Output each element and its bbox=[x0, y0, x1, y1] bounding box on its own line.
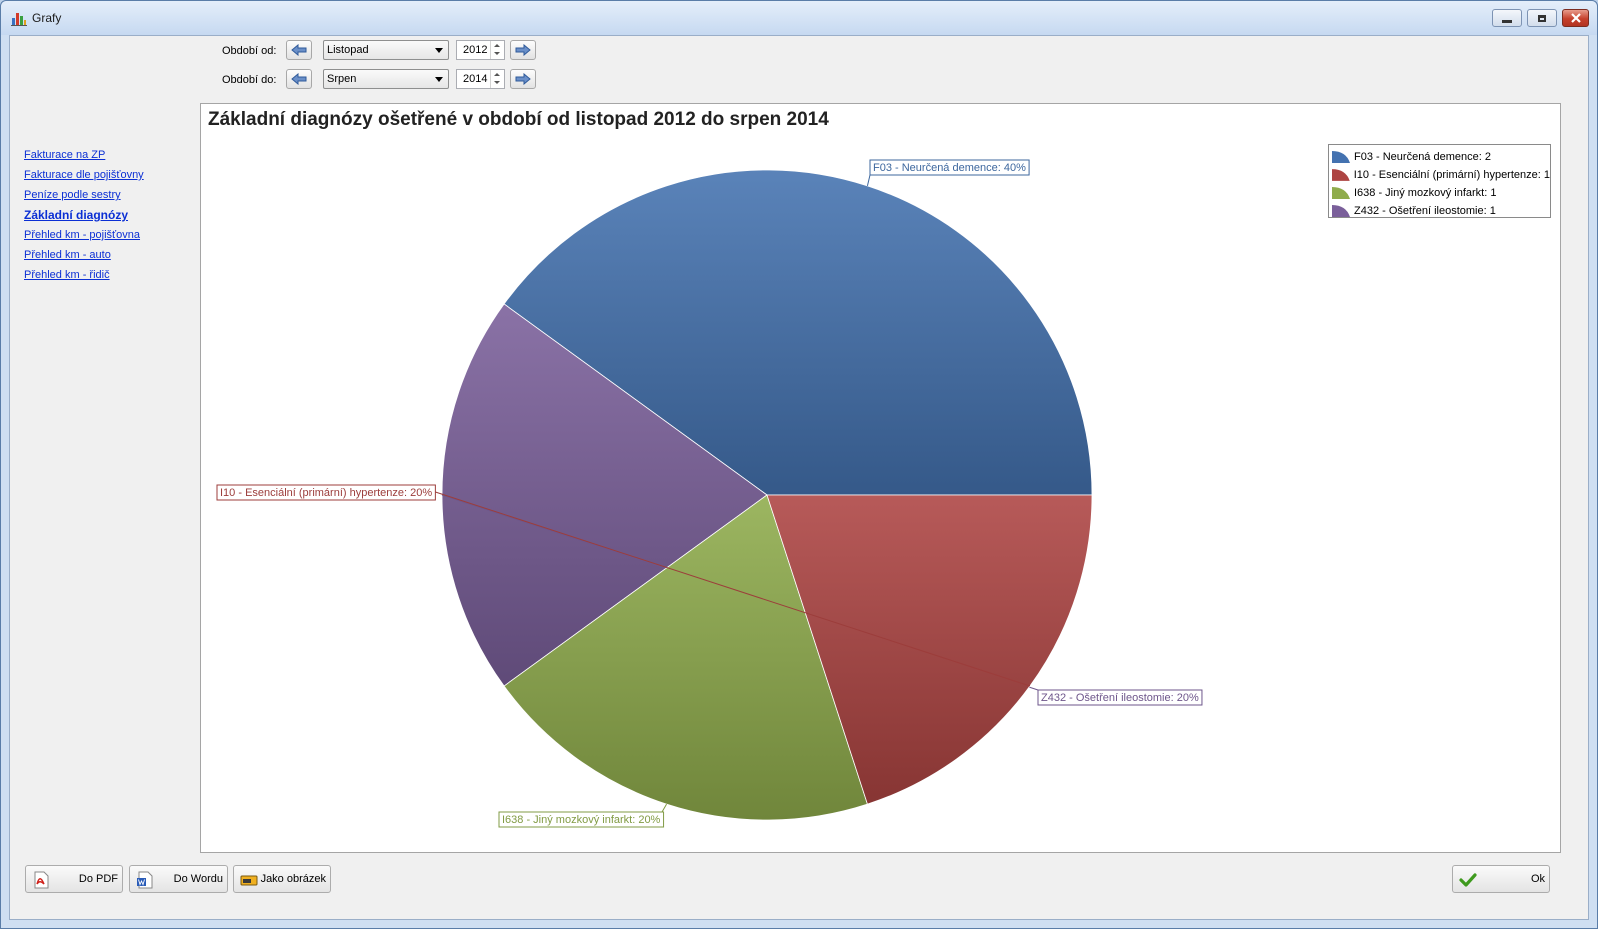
legend-swatch-i638 bbox=[1332, 187, 1350, 199]
legend-item-i638: I638 - Jiný mozkový infarkt: 1 bbox=[1332, 184, 1550, 202]
sidebar-item-fakturace-na-zp[interactable]: Fakturace na ZP bbox=[24, 148, 144, 168]
legend-item-f03: F03 - Neurčená demence: 2 bbox=[1332, 148, 1550, 166]
export-pdf-button[interactable]: Do PDF bbox=[25, 865, 123, 893]
period-to-month-value: Srpen bbox=[327, 73, 357, 85]
ok-button[interactable]: Ok bbox=[1452, 865, 1550, 893]
period-to-year-value: 2014 bbox=[463, 73, 488, 85]
chart-title: Základní diagnózy ošetřené v období od l… bbox=[208, 109, 829, 130]
arrow-right-icon bbox=[515, 73, 531, 85]
leader-line-f03 bbox=[866, 174, 871, 187]
chart-legend: F03 - Neurčená demence: 2 I10 - Esenciáln… bbox=[1328, 144, 1551, 218]
year-spin-buttons[interactable] bbox=[490, 70, 504, 88]
close-icon bbox=[1570, 13, 1581, 23]
period-from-year-spinner[interactable]: 2012 bbox=[456, 40, 505, 60]
spin-down-icon[interactable] bbox=[494, 52, 500, 55]
period-to-month-select[interactable]: Srpen bbox=[323, 69, 449, 89]
export-image-label: Jako obrázek bbox=[260, 873, 326, 885]
legend-label-f03: F03 - Neurčená demence: 2 bbox=[1354, 151, 1491, 163]
spin-down-icon[interactable] bbox=[494, 81, 500, 84]
legend-swatch-z432 bbox=[1332, 205, 1350, 217]
grafy-window: Grafy Období od: Listopad 2012 Období do… bbox=[0, 0, 1598, 929]
legend-item-z432: Z432 - Ošetření ileostomie: 1 bbox=[1332, 202, 1550, 220]
period-from-label: Období od: bbox=[222, 45, 277, 57]
checkmark-icon bbox=[1459, 873, 1477, 887]
slice-label-i638: I638 - Jiný mozkový infarkt: 20% bbox=[502, 814, 661, 826]
slice-label-i10: I10 - Esenciální (primární) hypertenze: … bbox=[220, 487, 432, 499]
period-from-month-value: Listopad bbox=[327, 44, 369, 56]
period-to-prev-button[interactable] bbox=[286, 69, 312, 89]
arrow-right-icon bbox=[515, 44, 531, 56]
slice-label-f03: F03 - Neurčená demence: 40% bbox=[873, 162, 1026, 174]
ok-label: Ok bbox=[1530, 873, 1545, 885]
period-to-next-button[interactable] bbox=[510, 69, 536, 89]
period-from-next-button[interactable] bbox=[510, 40, 536, 60]
export-word-button[interactable]: Do Wordu bbox=[129, 865, 228, 893]
slice-label-z432: Z432 - Ošetření ileostomie: 20% bbox=[1041, 692, 1199, 704]
export-word-label: Do Wordu bbox=[173, 873, 223, 885]
restore-icon bbox=[1538, 14, 1546, 22]
year-spin-buttons[interactable] bbox=[490, 41, 504, 59]
spin-up-icon[interactable] bbox=[494, 73, 500, 76]
export-image-button[interactable]: Jako obrázek bbox=[233, 865, 331, 893]
arrow-left-icon bbox=[291, 44, 307, 56]
spin-up-icon[interactable] bbox=[494, 44, 500, 47]
chevron-down-icon bbox=[435, 48, 443, 53]
sidebar-item-fakturace-dle-pojistovny[interactable]: Fakturace dle pojišťovny bbox=[24, 168, 144, 188]
arrow-left-icon bbox=[291, 73, 307, 85]
period-from-prev-button[interactable] bbox=[286, 40, 312, 60]
sidebar-item-zakladni-diagnozy[interactable]: Základní diagnózy bbox=[24, 208, 144, 228]
bar-chart-icon bbox=[11, 13, 27, 26]
legend-label-i10: I10 - Esenciální (primární) hypertenze: … bbox=[1353, 169, 1550, 181]
word-icon bbox=[137, 871, 153, 889]
image-icon bbox=[240, 875, 258, 886]
window-client-area: Období od: Listopad 2012 Období do: Srpe… bbox=[9, 35, 1589, 920]
chevron-down-icon bbox=[435, 77, 443, 82]
legend-label-z432: Z432 - Ošetření ileostomie: 1 bbox=[1354, 205, 1496, 217]
legend-label-i638: I638 - Jiný mozkový infarkt: 1 bbox=[1354, 187, 1497, 199]
period-from-month-select[interactable]: Listopad bbox=[323, 40, 449, 60]
pdf-icon bbox=[34, 871, 49, 889]
sidebar-item-prehled-km-ridic[interactable]: Přehled km - řidič bbox=[24, 268, 144, 288]
close-button[interactable] bbox=[1562, 9, 1589, 27]
sidebar-item-penize-podle-sestry[interactable]: Peníze podle sestry bbox=[24, 188, 144, 208]
minimize-button[interactable] bbox=[1492, 9, 1522, 27]
minimize-icon bbox=[1502, 19, 1512, 23]
export-pdf-label: Do PDF bbox=[78, 873, 118, 885]
period-to-label: Období do: bbox=[222, 74, 277, 86]
period-to-year-spinner[interactable]: 2014 bbox=[456, 69, 505, 89]
restore-button[interactable] bbox=[1527, 9, 1557, 27]
leader-line-i638 bbox=[661, 803, 668, 813]
sidebar-item-prehled-km-auto[interactable]: Přehled km - auto bbox=[24, 248, 144, 268]
window-title: Grafy bbox=[32, 11, 62, 25]
legend-item-i10: I10 - Esenciální (primární) hypertenze: … bbox=[1332, 166, 1550, 184]
chart-panel: F03 - Neurčená demence: 40% Z432 - Ošetře… bbox=[200, 103, 1561, 853]
legend-swatch-i10 bbox=[1332, 169, 1350, 181]
period-from-year-value: 2012 bbox=[463, 44, 488, 56]
report-sidebar: Fakturace na ZP Fakturace dle pojišťovny… bbox=[24, 148, 144, 288]
legend-swatch-f03 bbox=[1332, 151, 1350, 163]
title-bar: Grafy bbox=[1, 1, 1597, 35]
sidebar-item-prehled-km-pojistovna[interactable]: Přehled km - pojišťovna bbox=[24, 228, 144, 248]
